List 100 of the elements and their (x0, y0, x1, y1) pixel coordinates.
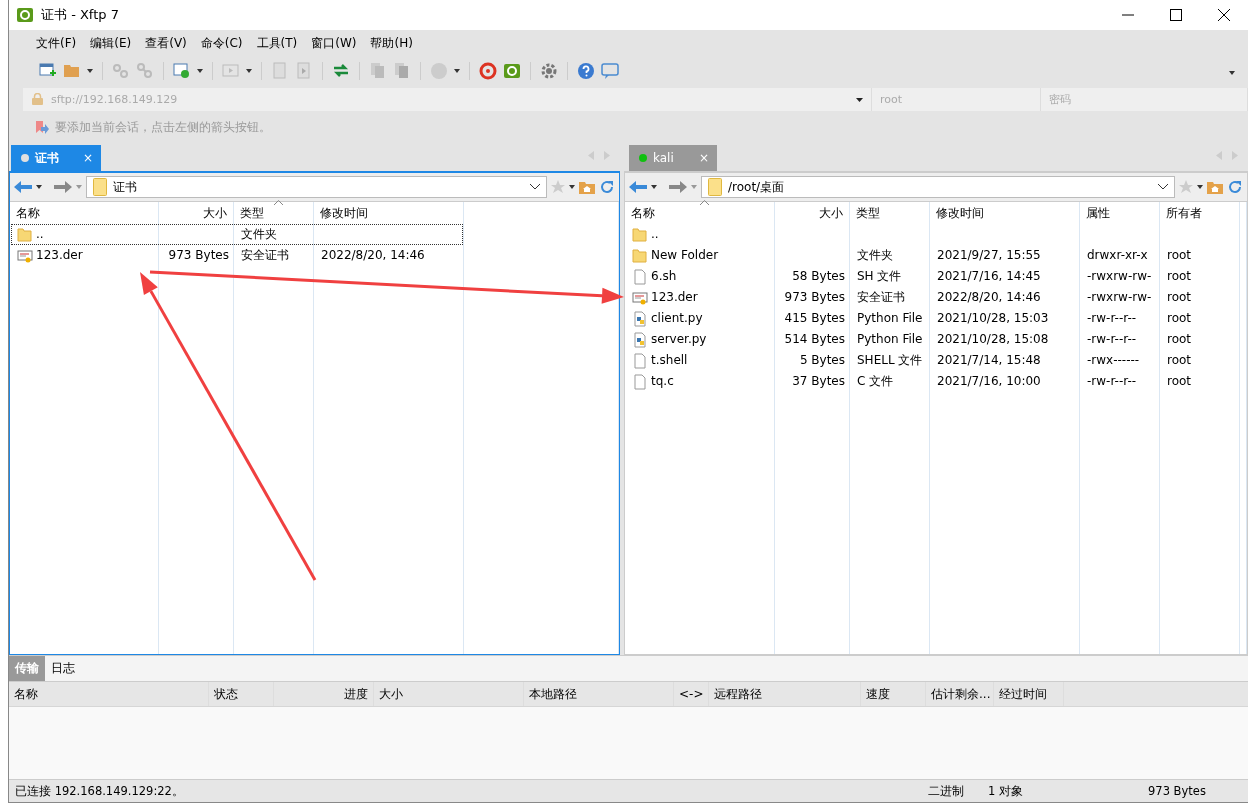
column-header[interactable]: 名称 (10, 202, 158, 224)
column-header[interactable]: 所有者 (1160, 202, 1239, 224)
panel-tab[interactable]: 日志 (45, 656, 81, 681)
file-name-cell[interactable]: tq.c (626, 371, 776, 392)
dropdown-chevron-icon[interactable] (1158, 184, 1168, 190)
table-cell-text: 2021/7/14, 15:48 (936, 352, 1042, 369)
menu-item[interactable]: 帮助(H) (363, 35, 420, 52)
dropdown-caret-icon[interactable] (454, 69, 460, 73)
table-cell-text: -rw-r--r-- (1086, 331, 1138, 348)
column-header[interactable]: 大小 (775, 202, 849, 224)
table-cell-text: 2022/8/20, 14:46 (320, 247, 426, 264)
dropdown-caret-icon[interactable] (197, 69, 203, 73)
table-cell-text: 安全证书 (240, 247, 290, 264)
table-cell-text: -rw-r--r-- (1086, 373, 1138, 390)
window-title: 证书 - Xftp 7 (41, 6, 119, 24)
username-field[interactable]: root (872, 88, 1041, 111)
column-header[interactable]: <-> (674, 682, 709, 706)
file-name-cell[interactable]: .. (626, 224, 776, 245)
python-file-icon (632, 310, 648, 327)
refresh-icon[interactable] (1227, 179, 1243, 195)
certificate-icon (17, 247, 33, 264)
column-header[interactable]: 估计剩余... (926, 682, 994, 706)
star-icon[interactable] (551, 180, 565, 194)
file-icon (632, 352, 648, 369)
certificate-icon (632, 289, 648, 306)
folder-icon (708, 178, 722, 196)
document-icon[interactable] (295, 62, 313, 80)
app-logo-icon (17, 7, 33, 23)
address-field[interactable]: sftp://192.168.149.129 (23, 88, 872, 111)
column-header[interactable]: 类型 (850, 202, 929, 224)
table-cell-text: 2021/10/28, 15:08 (936, 331, 1050, 348)
file-name-cell[interactable]: New Folder (626, 245, 776, 266)
column-header[interactable]: 修改时间 (930, 202, 1079, 224)
file-name-cell[interactable]: t.shell (626, 350, 776, 371)
menu-item[interactable]: 命令(C) (193, 35, 250, 52)
transfer-mode: 二进制 (928, 783, 965, 799)
dropdown-chevron-icon[interactable] (530, 184, 540, 190)
column-header[interactable]: 状态 (209, 682, 274, 706)
dropdown-caret-icon[interactable] (1229, 71, 1236, 75)
dropdown-caret-icon[interactable] (246, 69, 252, 73)
column-header[interactable]: 大小 (159, 202, 233, 224)
table-cell-text: -rwx------ (1086, 352, 1141, 369)
dropdown-caret-icon[interactable] (36, 185, 42, 189)
star-icon[interactable] (1179, 180, 1193, 194)
table-cell-text: root (1166, 310, 1193, 327)
file-icon (632, 268, 648, 285)
menu-item[interactable]: 编辑(E) (83, 35, 139, 52)
forward-arrow-icon[interactable] (54, 180, 72, 194)
close-icon[interactable] (1218, 9, 1230, 21)
file-name-cell[interactable]: 123.der (11, 245, 160, 266)
column-header[interactable]: 速度 (861, 682, 926, 706)
table-cell-text: root (1166, 331, 1193, 348)
refresh-icon[interactable] (599, 179, 615, 195)
forward-arrow-icon[interactable] (669, 180, 687, 194)
table-cell-text: root (1166, 247, 1193, 264)
file-name-cell[interactable]: 123.der (626, 287, 776, 308)
table-cell-text: -rw-r--r-- (1086, 310, 1138, 327)
file-name-cell[interactable]: 6.sh (626, 266, 776, 287)
chat-icon[interactable] (601, 62, 619, 80)
path-field[interactable]: 证书 (86, 176, 547, 198)
maximize-icon[interactable] (1170, 9, 1182, 21)
table-cell-text: 973 Bytes (167, 247, 230, 264)
help-icon[interactable] (577, 62, 595, 80)
dropdown-caret-icon[interactable] (856, 98, 863, 102)
path-field[interactable]: /root/桌面 (701, 176, 1175, 198)
settings-icon[interactable] (540, 62, 558, 80)
table-cell-text: 37 Bytes (791, 373, 846, 390)
menu-item[interactable]: 工具(T) (249, 35, 305, 52)
password-field[interactable]: 密码 (1041, 88, 1248, 111)
file-name-cell[interactable]: client.py (626, 308, 776, 329)
dropdown-caret-icon[interactable] (569, 185, 575, 189)
column-header[interactable]: 属性 (1080, 202, 1159, 224)
column-header[interactable]: 修改时间 (314, 202, 463, 224)
object-count: 1 对象 (988, 783, 1024, 799)
column-header[interactable]: 进度 (274, 682, 374, 706)
table-cell-text: 2021/9/27, 15:55 (936, 247, 1042, 264)
file-name-cell[interactable]: .. (11, 224, 160, 245)
file-icon (632, 373, 648, 390)
tab-close-button[interactable]: × (82, 151, 93, 165)
session-tab[interactable]: 证书 × (11, 145, 101, 171)
column-header[interactable]: 远程路径 (709, 682, 861, 706)
dropdown-caret-icon[interactable] (87, 69, 93, 73)
column-header[interactable]: 名称 (9, 682, 209, 706)
dropdown-caret-icon[interactable] (651, 185, 657, 189)
column-header[interactable]: 名称 (625, 202, 774, 224)
table-cell-text: 安全证书 (856, 289, 906, 306)
table-cell-text: 2021/7/16, 10:00 (936, 373, 1042, 390)
dropdown-caret-icon[interactable] (1197, 185, 1203, 189)
column-header[interactable]: 本地路径 (524, 682, 674, 706)
menu-item[interactable]: 窗口(W) (304, 35, 364, 52)
column-header[interactable]: 类型 (234, 202, 313, 224)
total-size: 973 Bytes (1148, 784, 1207, 798)
menu-item[interactable]: 文件(F) (29, 35, 84, 52)
paste-icon[interactable] (393, 62, 411, 80)
menu-item[interactable]: 查看(V) (138, 35, 194, 52)
folder-icon[interactable] (63, 62, 81, 80)
column-header[interactable]: 经过时间 (994, 682, 1064, 706)
file-name-cell[interactable]: server.py (626, 329, 776, 350)
app-logo-icon[interactable] (503, 62, 521, 80)
column-header[interactable]: 大小 (374, 682, 524, 706)
